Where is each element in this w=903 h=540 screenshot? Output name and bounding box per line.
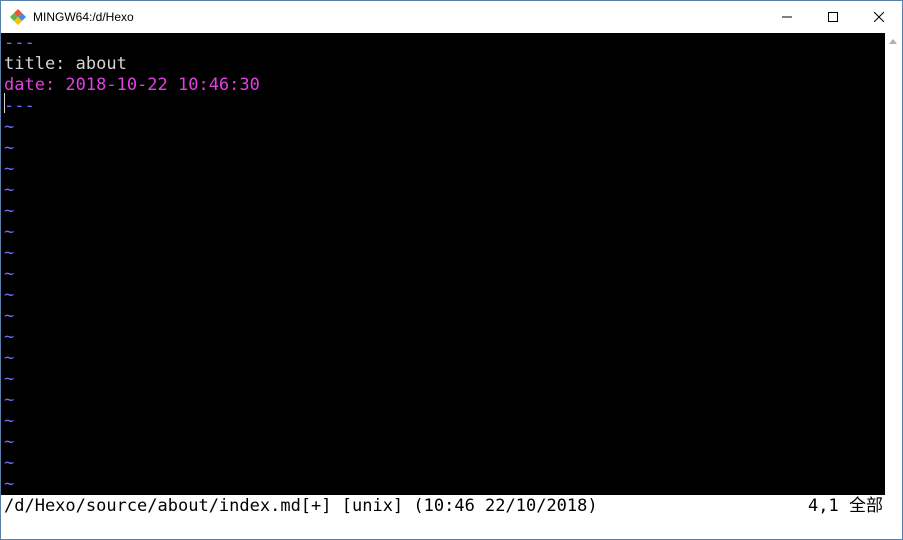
empty-line-tilde: ~ (4, 264, 15, 284)
title-value: about (75, 54, 127, 74)
title-bar[interactable]: MINGW64:/d/Hexo (1, 1, 902, 33)
window-title: MINGW64:/d/Hexo (33, 10, 134, 24)
empty-line-tilde: ~ (4, 390, 15, 410)
empty-line-tilde: ~ (4, 306, 15, 326)
empty-line-tilde: ~ (4, 117, 15, 137)
empty-line-tilde: ~ (4, 432, 15, 452)
empty-line-tilde: ~ (4, 474, 15, 494)
empty-line-tilde: ~ (4, 369, 15, 389)
scroll-up-arrow-icon[interactable] (889, 39, 897, 44)
frontmatter-open-delimiter: --- (4, 33, 35, 53)
empty-line-tilde: ~ (4, 411, 15, 431)
empty-line-tilde: ~ (4, 327, 15, 347)
empty-line-tilde: ~ (4, 180, 15, 200)
empty-line-tilde: ~ (4, 159, 15, 179)
terminal-window: MINGW64:/d/Hexo --- title: about date: 2… (0, 0, 903, 540)
close-icon (874, 12, 884, 22)
date-line: date: 2018-10-22 10:46:30 (4, 75, 260, 95)
empty-line-tilde: ~ (4, 222, 15, 242)
status-file-info: /d/Hexo/source/about/index.md[+] [unix] … (4, 496, 598, 516)
vim-status-line: /d/Hexo/source/about/index.md[+] [unix] … (1, 495, 885, 517)
title-line: title: about (4, 54, 127, 75)
frontmatter-close-delimiter: --- (4, 96, 35, 116)
vim-buffer[interactable]: --- title: about date: 2018-10-22 10:46:… (1, 33, 885, 517)
empty-line-tilde: ~ (4, 285, 15, 305)
text-cursor (4, 93, 5, 113)
empty-line-tilde: ~ (4, 348, 15, 368)
close-button[interactable] (856, 1, 902, 33)
minimize-icon (782, 16, 792, 18)
maximize-icon (828, 12, 838, 22)
status-position: 4,1 全部 (808, 496, 883, 516)
git-diamond-icon (10, 9, 26, 25)
empty-line-tilde: ~ (4, 138, 15, 158)
vertical-scrollbar[interactable] (885, 33, 902, 517)
maximize-button[interactable] (810, 1, 856, 33)
empty-line-tilde: ~ (4, 243, 15, 263)
empty-line-tilde: ~ (4, 453, 15, 473)
empty-line-tilde: ~ (4, 201, 15, 221)
title-key: title: (4, 54, 76, 74)
minimize-button[interactable] (764, 1, 810, 33)
command-line (1, 517, 902, 539)
